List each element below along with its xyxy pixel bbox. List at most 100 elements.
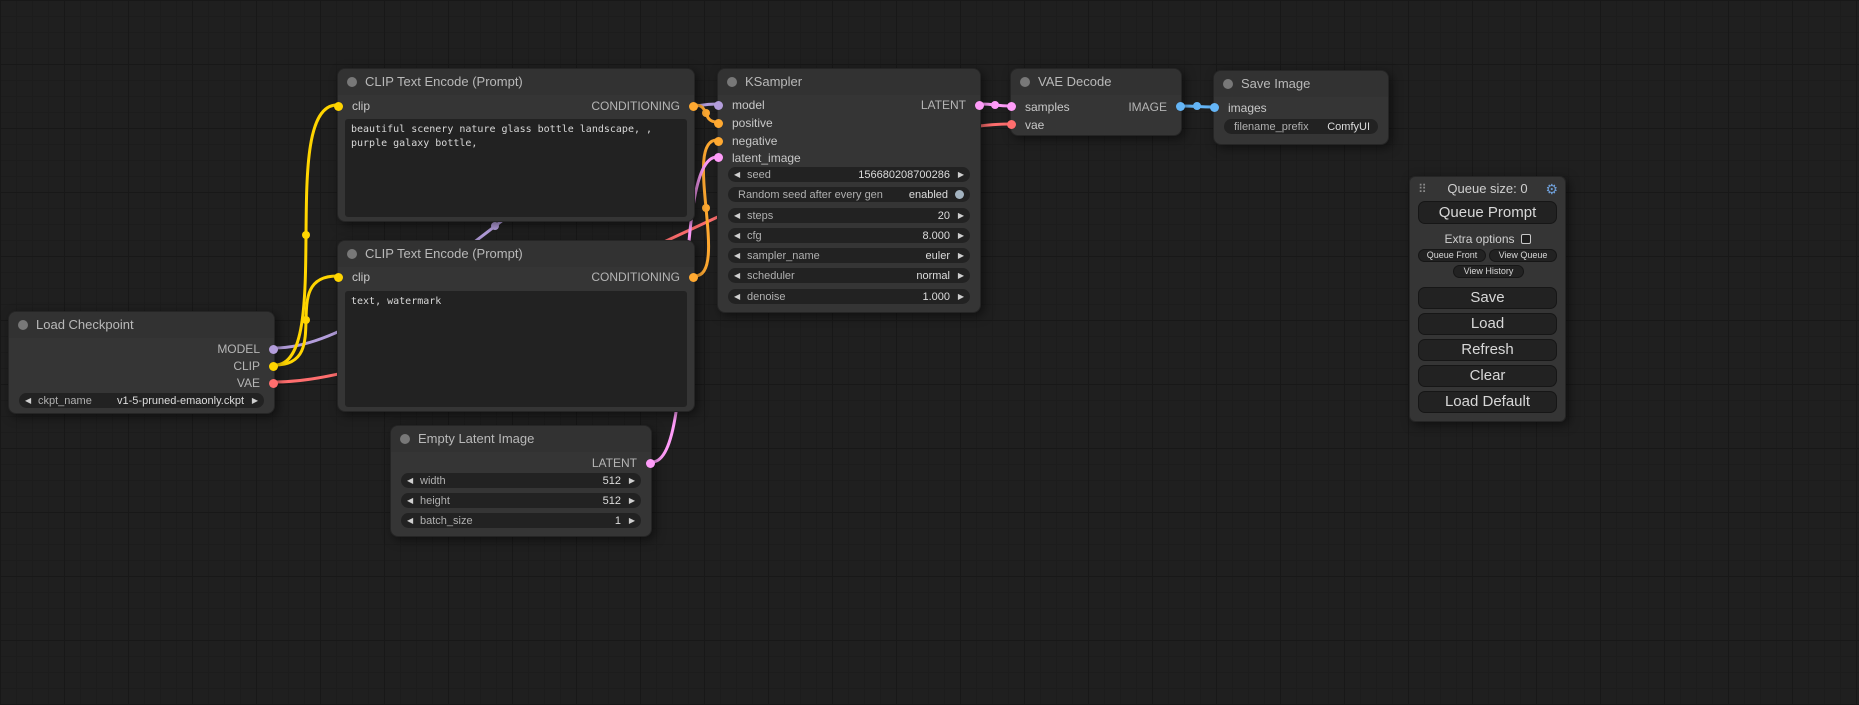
random-seed-toggle[interactable] xyxy=(955,190,964,199)
input-port-negative[interactable] xyxy=(714,137,723,146)
output-port-image[interactable] xyxy=(1176,102,1185,111)
positive-prompt-textarea[interactable]: beautiful scenery nature glass bottle la… xyxy=(345,119,687,217)
graph-canvas[interactable]: Load Checkpoint MODEL CLIP VAE ◀ ckpt_na… xyxy=(0,0,1859,705)
input-port-clip[interactable] xyxy=(334,102,343,111)
node-save-image[interactable]: Save Image images filename_prefix ComfyU… xyxy=(1213,70,1389,145)
output-label-clip: CLIP xyxy=(233,359,260,373)
widget-batch-size[interactable]: ◀ batch_size 1 ▶ xyxy=(401,513,641,528)
view-queue-button[interactable]: View Queue xyxy=(1489,249,1557,262)
queue-prompt-button[interactable]: Queue Prompt xyxy=(1418,201,1557,224)
negative-prompt-textarea[interactable]: text, watermark xyxy=(345,291,687,407)
save-button[interactable]: Save xyxy=(1418,287,1557,309)
node-load-checkpoint[interactable]: Load Checkpoint MODEL CLIP VAE ◀ ckpt_na… xyxy=(8,311,275,414)
clear-button[interactable]: Clear xyxy=(1418,365,1557,387)
wire-midpoint-dot xyxy=(702,109,710,117)
widget-height[interactable]: ◀ height 512 ▶ xyxy=(401,493,641,508)
widget-ckpt-name[interactable]: ◀ ckpt_name v1-5-pruned-emaonly.ckpt ▶ xyxy=(19,393,264,408)
node-title-bar[interactable]: Empty Latent Image xyxy=(391,426,651,452)
decrement-arrow-icon[interactable]: ◀ xyxy=(734,248,744,263)
widget-sampler-name[interactable]: ◀ sampler_name euler ▶ xyxy=(728,248,970,263)
input-label-images: images xyxy=(1228,101,1267,115)
node-vae-decode[interactable]: VAE Decode samples vae IMAGE xyxy=(1010,68,1182,136)
load-button[interactable]: Load xyxy=(1418,313,1557,335)
input-port-images[interactable] xyxy=(1210,103,1219,112)
input-port-latent-image[interactable] xyxy=(714,153,723,162)
node-title-bar[interactable]: Save Image xyxy=(1214,71,1388,97)
view-history-button[interactable]: View History xyxy=(1453,265,1524,278)
output-port-conditioning[interactable] xyxy=(689,273,698,282)
increment-arrow-icon[interactable]: ▶ xyxy=(954,228,964,243)
widget-value: 1.000 xyxy=(786,291,950,303)
refresh-button[interactable]: Refresh xyxy=(1418,339,1557,361)
wire-midpoint-dot xyxy=(1193,102,1201,110)
decrement-arrow-icon[interactable]: ◀ xyxy=(734,208,744,223)
input-label-negative: negative xyxy=(732,134,777,148)
node-title-bar[interactable]: CLIP Text Encode (Prompt) xyxy=(338,241,694,267)
settings-gear-icon[interactable]: ⚙ xyxy=(1545,181,1558,197)
decrement-arrow-icon[interactable]: ◀ xyxy=(734,228,744,243)
widget-steps[interactable]: ◀ steps 20 ▶ xyxy=(728,208,970,223)
input-port-clip[interactable] xyxy=(334,273,343,282)
increment-arrow-icon[interactable]: ▶ xyxy=(625,473,635,488)
decrement-arrow-icon[interactable]: ◀ xyxy=(734,268,744,283)
queue-front-button[interactable]: Queue Front xyxy=(1418,249,1486,262)
decrement-arrow-icon[interactable]: ◀ xyxy=(407,473,417,488)
widget-scheduler[interactable]: ◀ scheduler normal ▶ xyxy=(728,268,970,283)
node-title: Save Image xyxy=(1241,71,1310,97)
increment-arrow-icon[interactable]: ▶ xyxy=(954,289,964,304)
node-title-bar[interactable]: CLIP Text Encode (Prompt) xyxy=(338,69,694,95)
output-port-latent[interactable] xyxy=(646,459,655,468)
collapse-dot-icon[interactable] xyxy=(727,77,737,87)
decrement-arrow-icon[interactable]: ◀ xyxy=(734,289,744,304)
node-title: CLIP Text Encode (Prompt) xyxy=(365,69,523,95)
decrement-arrow-icon[interactable]: ◀ xyxy=(407,493,417,508)
increment-arrow-icon[interactable]: ▶ xyxy=(625,493,635,508)
widget-cfg[interactable]: ◀ cfg 8.000 ▶ xyxy=(728,228,970,243)
node-title-bar[interactable]: VAE Decode xyxy=(1011,69,1181,95)
extra-options-checkbox[interactable] xyxy=(1521,234,1531,244)
widget-random-seed[interactable]: Random seed after every gen enabled xyxy=(728,187,970,202)
collapse-dot-icon[interactable] xyxy=(347,77,357,87)
input-port-model[interactable] xyxy=(714,101,723,110)
widget-filename-prefix[interactable]: filename_prefix ComfyUI xyxy=(1224,119,1378,134)
output-label-image: IMAGE xyxy=(1128,100,1167,114)
input-port-positive[interactable] xyxy=(714,119,723,128)
increment-arrow-icon[interactable]: ▶ xyxy=(954,248,964,263)
increment-arrow-icon[interactable]: ▶ xyxy=(954,268,964,283)
input-port-vae[interactable] xyxy=(1007,120,1016,129)
output-port-model[interactable] xyxy=(269,345,278,354)
decrement-arrow-icon[interactable]: ◀ xyxy=(25,393,35,408)
widget-width[interactable]: ◀ width 512 ▶ xyxy=(401,473,641,488)
wire-clip-negative xyxy=(275,276,337,365)
node-title-bar[interactable]: Load Checkpoint xyxy=(9,312,274,338)
node-clip-text-encode-negative[interactable]: CLIP Text Encode (Prompt) clip CONDITION… xyxy=(337,240,695,412)
node-title-bar[interactable]: KSampler xyxy=(718,69,980,95)
widget-name: cfg xyxy=(747,230,762,242)
input-label-clip: clip xyxy=(352,99,370,113)
output-port-vae[interactable] xyxy=(269,379,278,388)
widget-value: 20 xyxy=(773,210,950,222)
input-label-model: model xyxy=(732,98,765,112)
increment-arrow-icon[interactable]: ▶ xyxy=(954,167,964,182)
collapse-dot-icon[interactable] xyxy=(18,320,28,330)
input-port-samples[interactable] xyxy=(1007,102,1016,111)
node-clip-text-encode-positive[interactable]: CLIP Text Encode (Prompt) clip CONDITION… xyxy=(337,68,695,222)
collapse-dot-icon[interactable] xyxy=(347,249,357,259)
collapse-dot-icon[interactable] xyxy=(400,434,410,444)
node-empty-latent-image[interactable]: Empty Latent Image LATENT ◀ width 512 ▶ … xyxy=(390,425,652,537)
decrement-arrow-icon[interactable]: ◀ xyxy=(407,513,417,528)
output-port-clip[interactable] xyxy=(269,362,278,371)
output-label-conditioning: CONDITIONING xyxy=(591,270,680,284)
decrement-arrow-icon[interactable]: ◀ xyxy=(734,167,744,182)
node-ksampler[interactable]: KSampler model positive negative latent_… xyxy=(717,68,981,313)
collapse-dot-icon[interactable] xyxy=(1223,79,1233,89)
output-port-conditioning[interactable] xyxy=(689,102,698,111)
increment-arrow-icon[interactable]: ▶ xyxy=(625,513,635,528)
increment-arrow-icon[interactable]: ▶ xyxy=(954,208,964,223)
widget-seed[interactable]: ◀ seed 156680208700286 ▶ xyxy=(728,167,970,182)
widget-denoise[interactable]: ◀ denoise 1.000 ▶ xyxy=(728,289,970,304)
increment-arrow-icon[interactable]: ▶ xyxy=(248,393,258,408)
collapse-dot-icon[interactable] xyxy=(1020,77,1030,87)
output-port-latent[interactable] xyxy=(975,101,984,110)
load-default-button[interactable]: Load Default xyxy=(1418,391,1557,413)
